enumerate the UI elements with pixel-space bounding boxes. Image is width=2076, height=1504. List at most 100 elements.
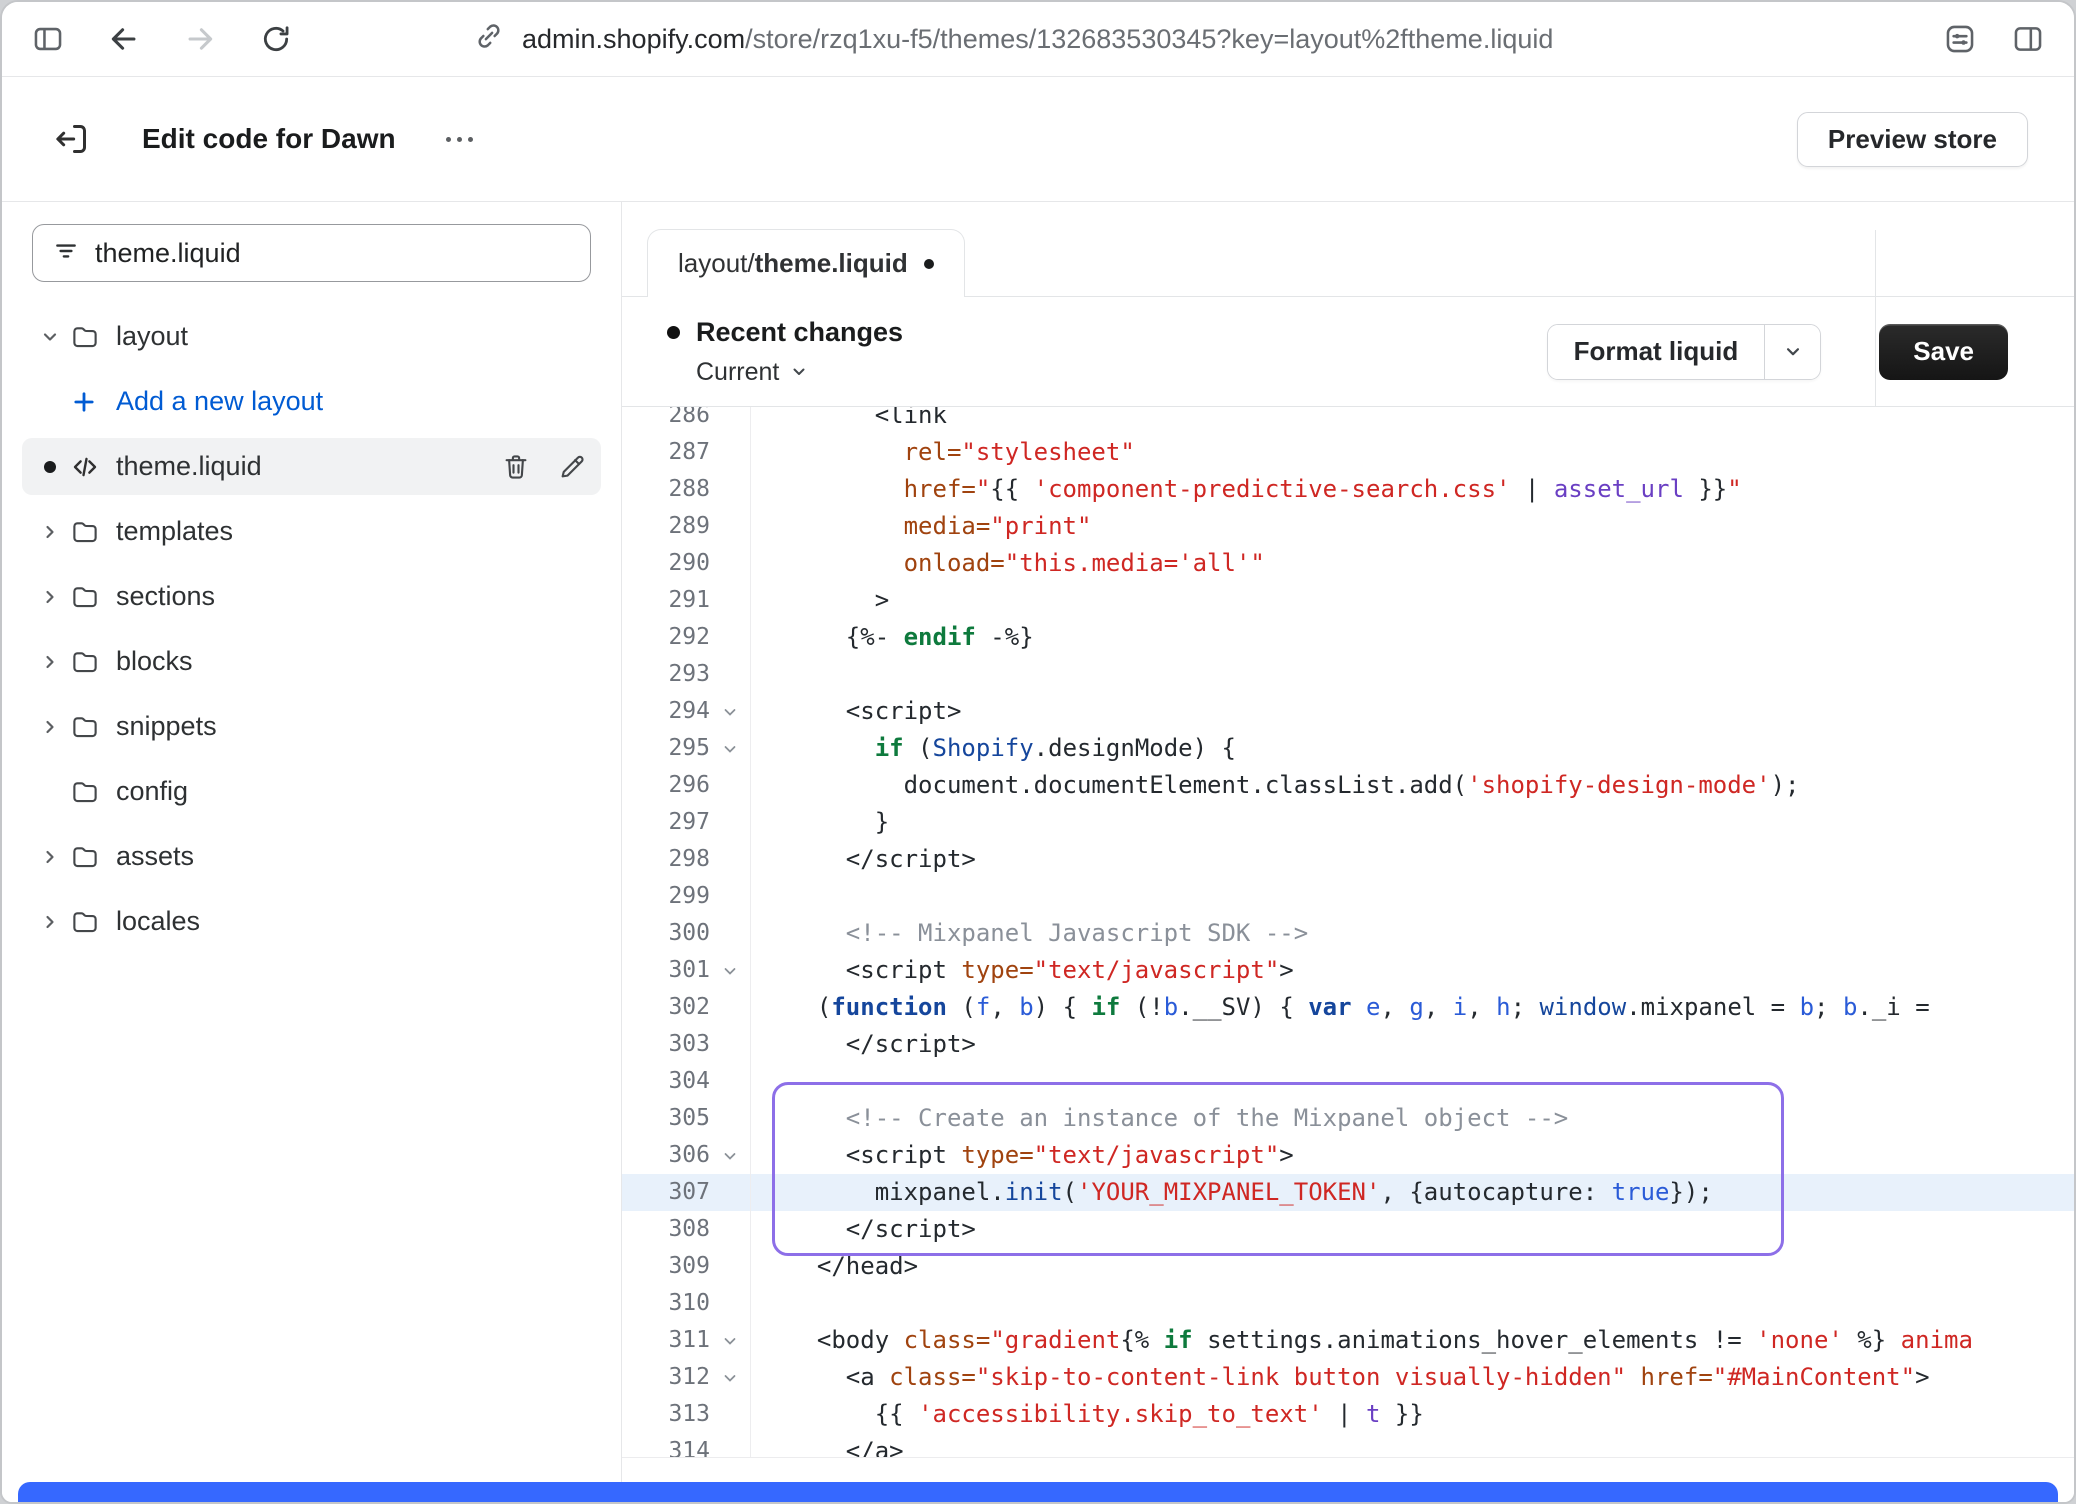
- folder-label: snippets: [116, 711, 217, 742]
- code-line[interactable]: 302 (function (f, b) { if (!b.__SV) { va…: [622, 989, 2074, 1026]
- fold-chevron-icon[interactable]: [710, 741, 750, 757]
- code-editor[interactable]: 286 <link287 rel="stylesheet"288 href="{…: [622, 407, 2074, 1458]
- sidebar-item-layout[interactable]: layout: [22, 308, 601, 365]
- line-number: 293: [622, 656, 710, 693]
- add-layout-label: Add a new layout: [116, 386, 323, 417]
- line-number: 294: [622, 693, 710, 730]
- rename-file-button[interactable]: [551, 446, 593, 488]
- code-line[interactable]: 308 </script>: [622, 1211, 2074, 1248]
- code-line[interactable]: 289 media="print": [622, 508, 2074, 545]
- file-search-input[interactable]: [95, 238, 570, 269]
- line-number: 305: [622, 1100, 710, 1137]
- sidebar-toggle-icon[interactable]: [30, 21, 66, 57]
- code-line[interactable]: 314 </a>: [622, 1433, 2074, 1458]
- fold-chevron-icon[interactable]: [710, 704, 750, 720]
- sidebar-item-assets[interactable]: assets: [22, 828, 601, 885]
- format-liquid-dropdown[interactable]: [1764, 325, 1820, 379]
- code-line[interactable]: 305 <!-- Create an instance of the Mixpa…: [622, 1100, 2074, 1137]
- line-number: 290: [622, 545, 710, 582]
- code-line[interactable]: 295 if (Shopify.designMode) {: [622, 730, 2074, 767]
- line-number: 302: [622, 989, 710, 1026]
- version-dropdown[interactable]: Current: [667, 358, 903, 387]
- chevron-right-icon[interactable]: [30, 587, 70, 607]
- folder-icon: [70, 517, 116, 547]
- toolbar-divider: [1875, 230, 1876, 407]
- chevron-down-icon[interactable]: [30, 327, 70, 347]
- fold-chevron-icon[interactable]: [710, 1148, 750, 1164]
- split-view-icon[interactable]: [2010, 21, 2046, 57]
- editor-panel: layout/theme.liquid Recent changes Curre…: [622, 202, 2074, 1502]
- code-line[interactable]: 288 href="{{ 'component-predictive-searc…: [622, 471, 2074, 508]
- line-number: 292: [622, 619, 710, 656]
- code-line[interactable]: 296 document.documentElement.classList.a…: [622, 767, 2074, 804]
- gutter-divider: [750, 407, 751, 1457]
- chevron-right-icon[interactable]: [30, 912, 70, 932]
- tab-bar: layout/theme.liquid: [622, 202, 2074, 297]
- line-number: 312: [622, 1359, 710, 1396]
- code-line[interactable]: 313 {{ 'accessibility.skip_to_text' | t …: [622, 1396, 2074, 1433]
- sidebar-item-blocks[interactable]: blocks: [22, 633, 601, 690]
- code-line[interactable]: 300 <!-- Mixpanel Javascript SDK -->: [622, 915, 2074, 952]
- code-line[interactable]: 293: [622, 656, 2074, 693]
- back-icon[interactable]: [106, 21, 142, 57]
- code-line[interactable]: 286 <link: [622, 407, 2074, 434]
- line-number: 311: [622, 1322, 710, 1359]
- line-number: 303: [622, 1026, 710, 1063]
- code-line[interactable]: 297 }: [622, 804, 2074, 841]
- file-search-box[interactable]: [32, 224, 591, 282]
- format-liquid-button[interactable]: Format liquid: [1548, 325, 1765, 379]
- add-new-layout-button[interactable]: Add a new layout: [22, 373, 601, 430]
- sidebar-item-theme-liquid[interactable]: theme.liquid: [22, 438, 601, 495]
- code-line[interactable]: 304: [622, 1063, 2074, 1100]
- code-line[interactable]: 292 {%- endif -%}: [622, 619, 2074, 656]
- fold-chevron-icon[interactable]: [710, 1370, 750, 1386]
- folder-icon: [70, 322, 116, 352]
- chevron-right-icon[interactable]: [30, 847, 70, 867]
- tab-theme-liquid[interactable]: layout/theme.liquid: [647, 229, 965, 297]
- code-line[interactable]: 311 <body class="gradient{% if settings.…: [622, 1322, 2074, 1359]
- folder-icon: [70, 842, 116, 872]
- preview-store-button[interactable]: Preview store: [1797, 112, 2028, 167]
- code-line[interactable]: 301 <script type="text/javascript">: [622, 952, 2074, 989]
- plus-icon: [70, 388, 116, 416]
- sidebar-item-snippets[interactable]: snippets: [22, 698, 601, 755]
- address-bar[interactable]: admin.shopify.com/store/rzq1xu-f5/themes…: [474, 21, 1553, 58]
- more-options-button[interactable]: [438, 129, 481, 150]
- sidebar-item-config[interactable]: config: [22, 763, 601, 820]
- chevron-right-icon[interactable]: [30, 652, 70, 672]
- reload-icon[interactable]: [258, 21, 294, 57]
- fold-chevron-icon[interactable]: [710, 963, 750, 979]
- sidebar-item-templates[interactable]: templates: [22, 503, 601, 560]
- sidebar-item-sections[interactable]: sections: [22, 568, 601, 625]
- link-icon: [474, 21, 504, 58]
- code-line[interactable]: 287 rel="stylesheet": [622, 434, 2074, 471]
- code-line[interactable]: 309 </head>: [622, 1248, 2074, 1285]
- sidebar-item-locales[interactable]: locales: [22, 893, 601, 950]
- code-line[interactable]: 306 <script type="text/javascript">: [622, 1137, 2074, 1174]
- tab-path-prefix: layout/: [678, 248, 755, 279]
- code-line[interactable]: 307 mixpanel.init('YOUR_MIXPANEL_TOKEN',…: [622, 1174, 2074, 1211]
- folder-icon: [70, 712, 116, 742]
- code-line[interactable]: 294 <script>: [622, 693, 2074, 730]
- delete-file-button[interactable]: [495, 446, 537, 488]
- code-file-icon: [70, 452, 116, 482]
- chevron-right-icon[interactable]: [30, 522, 70, 542]
- code-line[interactable]: 312 <a class="skip-to-content-link butto…: [622, 1359, 2074, 1396]
- fold-chevron-icon[interactable]: [710, 1333, 750, 1349]
- site-settings-icon[interactable]: [1942, 21, 1978, 57]
- chevron-right-icon[interactable]: [30, 717, 70, 737]
- code-line[interactable]: 290 onload="this.media='all'": [622, 545, 2074, 582]
- save-button[interactable]: Save: [1879, 324, 2008, 380]
- folder-icon: [70, 777, 116, 807]
- line-number: 295: [622, 730, 710, 767]
- line-number: 308: [622, 1211, 710, 1248]
- line-number: 296: [622, 767, 710, 804]
- code-line[interactable]: 298 </script>: [622, 841, 2074, 878]
- code-line[interactable]: 299: [622, 878, 2074, 915]
- code-line[interactable]: 303 </script>: [622, 1026, 2074, 1063]
- forward-icon[interactable]: [182, 21, 218, 57]
- code-line[interactable]: 310: [622, 1285, 2074, 1322]
- code-line[interactable]: 291 >: [622, 582, 2074, 619]
- exit-icon[interactable]: [52, 119, 92, 159]
- folder-label: layout: [116, 321, 188, 352]
